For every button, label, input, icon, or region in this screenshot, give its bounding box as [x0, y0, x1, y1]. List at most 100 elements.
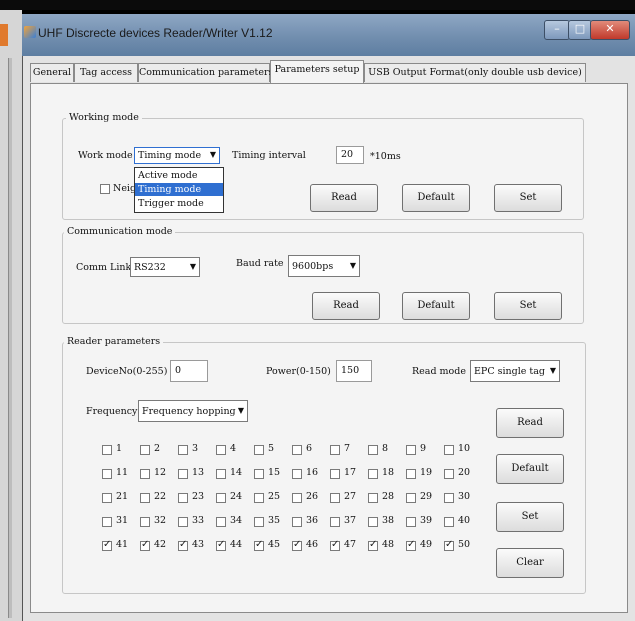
frequency-checkbox[interactable] [102, 469, 112, 479]
maximize-button[interactable]: □ [568, 20, 592, 40]
frequency-checkbox[interactable] [368, 517, 378, 527]
frequency-checkbox[interactable] [254, 469, 264, 479]
power-input[interactable]: 150 [336, 360, 372, 382]
tab-tag-access[interactable]: Tag access [74, 63, 138, 82]
frequency-checkbox[interactable] [406, 445, 416, 455]
device-no-input[interactable]: 0 [170, 360, 208, 382]
frequency-checkbox[interactable] [102, 445, 112, 455]
frequency-checkbox[interactable] [102, 493, 112, 503]
frequency-checkbox[interactable] [330, 493, 340, 503]
reader-set-button[interactable]: Set [496, 502, 564, 532]
frequency-checkbox[interactable] [330, 517, 340, 527]
frequency-checkbox[interactable] [444, 517, 454, 527]
communication-default-button[interactable]: Default [402, 292, 470, 320]
minimize-button[interactable]: – [544, 20, 570, 40]
frequency-checkbox[interactable] [406, 517, 416, 527]
frequency-checkbox[interactable] [178, 445, 188, 455]
frequency-item: 32 [140, 515, 178, 530]
frequency-checkbox[interactable] [330, 469, 340, 479]
frequency-checkbox[interactable] [216, 493, 226, 503]
frequency-checkbox[interactable] [102, 539, 112, 551]
frequency-checkbox[interactable] [178, 517, 188, 527]
work-mode-option-timing[interactable]: Timing mode [135, 183, 223, 196]
frequency-checkbox[interactable] [368, 445, 378, 455]
work-mode-option-trigger[interactable]: Trigger mode [135, 197, 223, 210]
button-label: Set [521, 511, 539, 522]
frequency-checkbox[interactable] [292, 539, 302, 551]
frequency-checkbox[interactable] [254, 539, 264, 551]
frequency-checkbox[interactable] [292, 445, 302, 455]
neighbor-checkbox[interactable] [100, 184, 110, 194]
frequency-checkbox[interactable] [178, 493, 188, 503]
communication-read-button[interactable]: Read [312, 292, 380, 320]
frequency-checkbox[interactable] [102, 517, 112, 527]
frequency-checkbox-label: 25 [268, 491, 281, 502]
working-mode-set-button[interactable]: Set [494, 184, 562, 212]
frequency-checkbox[interactable] [140, 469, 150, 479]
chevron-down-icon: ▼ [349, 261, 356, 270]
frequency-checkbox[interactable] [330, 445, 340, 455]
reader-default-button[interactable]: Default [496, 454, 564, 484]
work-mode-select[interactable]: Timing mode ▼ [134, 147, 220, 164]
frequency-item: 8 [368, 443, 406, 458]
tab-general[interactable]: General [30, 63, 74, 82]
frequency-select[interactable]: Frequency hopping ▼ [138, 400, 248, 422]
comm-link-label: Comm Link [76, 262, 132, 273]
frequency-checkbox[interactable] [292, 517, 302, 527]
frequency-checkbox[interactable] [444, 445, 454, 455]
frequency-item: 25 [254, 491, 292, 506]
frequency-checkbox[interactable] [330, 539, 340, 551]
frequency-checkbox[interactable] [368, 493, 378, 503]
frequency-checkbox[interactable] [254, 517, 264, 527]
frequency-checkbox[interactable] [406, 469, 416, 479]
frequency-checkbox[interactable] [178, 539, 188, 551]
window-title: UHF Discrecte devices Reader/Writer V1.1… [38, 26, 273, 40]
frequency-checkbox[interactable] [216, 517, 226, 527]
frequency-checkbox[interactable] [140, 493, 150, 503]
working-mode-default-button[interactable]: Default [402, 184, 470, 212]
communication-set-button[interactable]: Set [494, 292, 562, 320]
frequency-item: 5 [254, 443, 292, 458]
frequency-checkbox[interactable] [292, 469, 302, 479]
frequency-checkbox[interactable] [444, 469, 454, 479]
baud-rate-select[interactable]: 9600bps ▼ [288, 255, 360, 277]
frequency-item: 12 [140, 467, 178, 482]
button-label: Set [519, 192, 537, 203]
reader-read-button[interactable]: Read [496, 408, 564, 438]
tab-parameters-setup[interactable]: Parameters setup [270, 60, 364, 83]
frequency-checkbox[interactable] [444, 493, 454, 503]
frequency-checkbox-label: 45 [268, 539, 281, 550]
button-label: Read [331, 192, 357, 203]
frequency-item: 37 [330, 515, 368, 530]
frequency-checkbox[interactable] [406, 493, 416, 503]
working-mode-read-button[interactable]: Read [310, 184, 378, 212]
frequency-checkbox[interactable] [254, 445, 264, 455]
frequency-checkbox-label: 42 [154, 539, 167, 550]
frequency-checkbox[interactable] [216, 445, 226, 455]
close-button[interactable]: ✕ [590, 20, 630, 40]
frequency-checkbox-label: 38 [382, 515, 395, 526]
tab-usb-output-format[interactable]: USB Output Format(only double usb device… [364, 63, 586, 82]
frequency-item: 30 [444, 491, 482, 506]
maximize-icon: □ [574, 22, 586, 35]
frequency-checkbox[interactable] [140, 445, 150, 455]
work-mode-option-active[interactable]: Active mode [135, 169, 223, 182]
frequency-checkbox[interactable] [216, 539, 226, 551]
frequency-checkbox[interactable] [140, 539, 150, 551]
frequency-checkbox[interactable] [254, 493, 264, 503]
frequency-checkbox-label: 26 [306, 491, 319, 502]
frequency-item: 16 [292, 467, 330, 482]
frequency-checkbox[interactable] [444, 539, 454, 551]
frequency-checkbox[interactable] [216, 469, 226, 479]
frequency-checkbox[interactable] [140, 517, 150, 527]
reader-clear-button[interactable]: Clear [496, 548, 564, 578]
frequency-checkbox[interactable] [368, 539, 378, 551]
comm-link-select[interactable]: RS232 ▼ [130, 257, 200, 277]
frequency-checkbox[interactable] [292, 493, 302, 503]
frequency-checkbox[interactable] [368, 469, 378, 479]
frequency-checkbox[interactable] [406, 539, 416, 551]
frequency-checkbox[interactable] [178, 469, 188, 479]
timing-interval-input[interactable]: 20 [336, 146, 364, 164]
tab-communication-parameters[interactable]: Communication parameters [138, 63, 273, 82]
read-mode-select[interactable]: EPC single tag ▼ [470, 360, 560, 382]
